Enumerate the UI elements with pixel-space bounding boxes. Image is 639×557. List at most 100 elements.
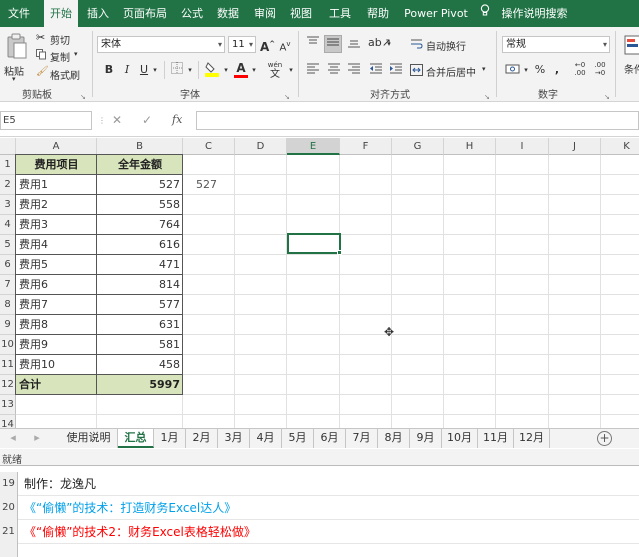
row-header-4[interactable]: 4: [0, 215, 16, 235]
sheet-tab-12[interactable]: 10月: [442, 429, 478, 448]
sheet-tab-7[interactable]: 5月: [282, 429, 314, 448]
total-label-cell[interactable]: 合计: [16, 375, 97, 395]
column-header-g[interactable]: G: [392, 138, 444, 155]
tab-view[interactable]: 视图: [285, 0, 317, 27]
table-header-cell[interactable]: 费用项目: [16, 155, 97, 175]
column-header-c[interactable]: C: [183, 138, 235, 155]
accounting-format-button[interactable]: [504, 62, 522, 78]
decrease-indent-button[interactable]: [368, 62, 384, 78]
cancel-icon[interactable]: ✕: [112, 113, 122, 127]
item-name-cell[interactable]: 费用6: [16, 275, 97, 295]
phonetic-button[interactable]: wén 文: [264, 60, 286, 80]
column-header-j[interactable]: J: [549, 138, 601, 155]
comma-button[interactable]: ,: [552, 62, 562, 78]
sheet-tab-6[interactable]: 4月: [250, 429, 282, 448]
next-sheet-icon[interactable]: ▸: [30, 429, 44, 448]
tab-formulas[interactable]: 公式: [176, 0, 208, 27]
sheet-tab-8[interactable]: 6月: [314, 429, 346, 448]
row-header-14[interactable]: 14: [0, 415, 16, 428]
select-all-corner[interactable]: [0, 138, 16, 155]
amount-cell[interactable]: 631: [97, 315, 183, 335]
sheet-tab-2[interactable]: 汇总: [118, 429, 154, 448]
tab-power-pivot[interactable]: Power Pivot: [402, 0, 470, 27]
tab-insert[interactable]: 插入: [82, 0, 114, 27]
cut-button[interactable]: ✂ 剪切: [36, 31, 82, 47]
align-bottom-button[interactable]: [346, 36, 362, 52]
tab-page-layout[interactable]: 页面布局: [118, 0, 172, 27]
item-name-cell[interactable]: 费用1: [16, 175, 97, 195]
bold-button[interactable]: B: [103, 62, 115, 78]
fill-handle[interactable]: [337, 250, 342, 255]
sheet-tab-1[interactable]: 使用说明: [60, 429, 118, 448]
chevron-down-icon[interactable]: ▾: [151, 62, 159, 78]
tab-help[interactable]: 帮助: [362, 0, 394, 27]
italic-button[interactable]: I: [121, 62, 133, 78]
row-header-2[interactable]: 2: [0, 175, 16, 195]
amount-cell[interactable]: 527: [97, 175, 183, 195]
conditional-formatting-button[interactable]: 条件: [622, 33, 639, 81]
amount-cell[interactable]: 577: [97, 295, 183, 315]
sheet-tab-4[interactable]: 2月: [186, 429, 218, 448]
sheet-tab-5[interactable]: 3月: [218, 429, 250, 448]
chevron-down-icon[interactable]: ▾: [522, 62, 530, 78]
amount-cell[interactable]: 458: [97, 355, 183, 375]
tab-tools[interactable]: 工具: [324, 0, 356, 27]
tab-review[interactable]: 审阅: [249, 0, 281, 27]
row-header-12[interactable]: 12: [0, 375, 16, 395]
font-size-dropdown[interactable]: 11 ▾: [228, 36, 256, 53]
item-name-cell[interactable]: 费用3: [16, 215, 97, 235]
sheet-tab-9[interactable]: 7月: [346, 429, 378, 448]
fill-color-button[interactable]: [204, 61, 220, 77]
sheet-tab-11[interactable]: 9月: [410, 429, 442, 448]
formula-input[interactable]: [196, 111, 639, 130]
font-color-button[interactable]: A: [234, 60, 248, 78]
amount-cell[interactable]: 581: [97, 335, 183, 355]
number-format-dropdown[interactable]: 常规 ▾: [502, 36, 610, 53]
table-header-cell[interactable]: 全年金额: [97, 155, 183, 175]
chevron-down-icon[interactable]: ▾: [250, 62, 258, 78]
worksheet-grid[interactable]: ABCDEFGHIJK 123456789101112131415 费用项目全年…: [0, 138, 639, 428]
cell-c2[interactable]: 527: [193, 175, 245, 195]
orientation-button[interactable]: ab↗: [368, 35, 391, 51]
grow-font-button[interactable]: A^: [260, 36, 275, 54]
item-name-cell[interactable]: 费用8: [16, 315, 97, 335]
align-middle-button[interactable]: [324, 35, 342, 53]
percent-button[interactable]: %: [534, 62, 546, 78]
insert-function-icon[interactable]: fx: [172, 113, 182, 126]
row-header-11[interactable]: 11: [0, 355, 16, 375]
column-header-a[interactable]: A: [16, 138, 97, 155]
row-header-5[interactable]: 5: [0, 235, 16, 255]
row-header-13[interactable]: 13: [0, 395, 16, 415]
prev-sheet-icon[interactable]: ◂: [6, 429, 20, 448]
column-header-d[interactable]: D: [235, 138, 287, 155]
sheet-tab-3[interactable]: 1月: [154, 429, 186, 448]
wrap-text-button[interactable]: 自动换行: [410, 36, 472, 53]
shrink-font-button[interactable]: Av: [278, 36, 292, 53]
column-header-h[interactable]: H: [444, 138, 496, 155]
copy-button[interactable]: 复制 ▾: [36, 48, 86, 64]
paste-button[interactable]: 粘贴 ▾: [4, 31, 30, 83]
align-left-button[interactable]: [305, 62, 321, 78]
amount-cell[interactable]: 471: [97, 255, 183, 275]
align-right-button[interactable]: [346, 62, 362, 78]
item-name-cell[interactable]: 费用7: [16, 295, 97, 315]
column-header-f[interactable]: F: [340, 138, 392, 155]
row-header-8[interactable]: 8: [0, 295, 16, 315]
column-header-i[interactable]: I: [496, 138, 549, 155]
format-painter-button[interactable]: 🖌 格式刷: [36, 66, 86, 82]
row-header-10[interactable]: 10: [0, 335, 16, 355]
underline-button[interactable]: U: [138, 62, 150, 78]
sheet-tab-14[interactable]: 12月: [514, 429, 550, 448]
tab-file[interactable]: 文件: [0, 0, 38, 27]
item-name-cell[interactable]: 费用2: [16, 195, 97, 215]
chevron-down-icon[interactable]: ▾: [385, 36, 393, 52]
column-header-b[interactable]: B: [97, 138, 183, 155]
row-header-6[interactable]: 6: [0, 255, 16, 275]
name-box[interactable]: E5: [0, 111, 92, 130]
row-header-7[interactable]: 7: [0, 275, 16, 295]
sheet-tab-13[interactable]: 11月: [478, 429, 514, 448]
sheet-tab-10[interactable]: 8月: [378, 429, 410, 448]
item-name-cell[interactable]: 费用10: [16, 355, 97, 375]
increase-indent-button[interactable]: [388, 62, 404, 78]
amount-cell[interactable]: 764: [97, 215, 183, 235]
